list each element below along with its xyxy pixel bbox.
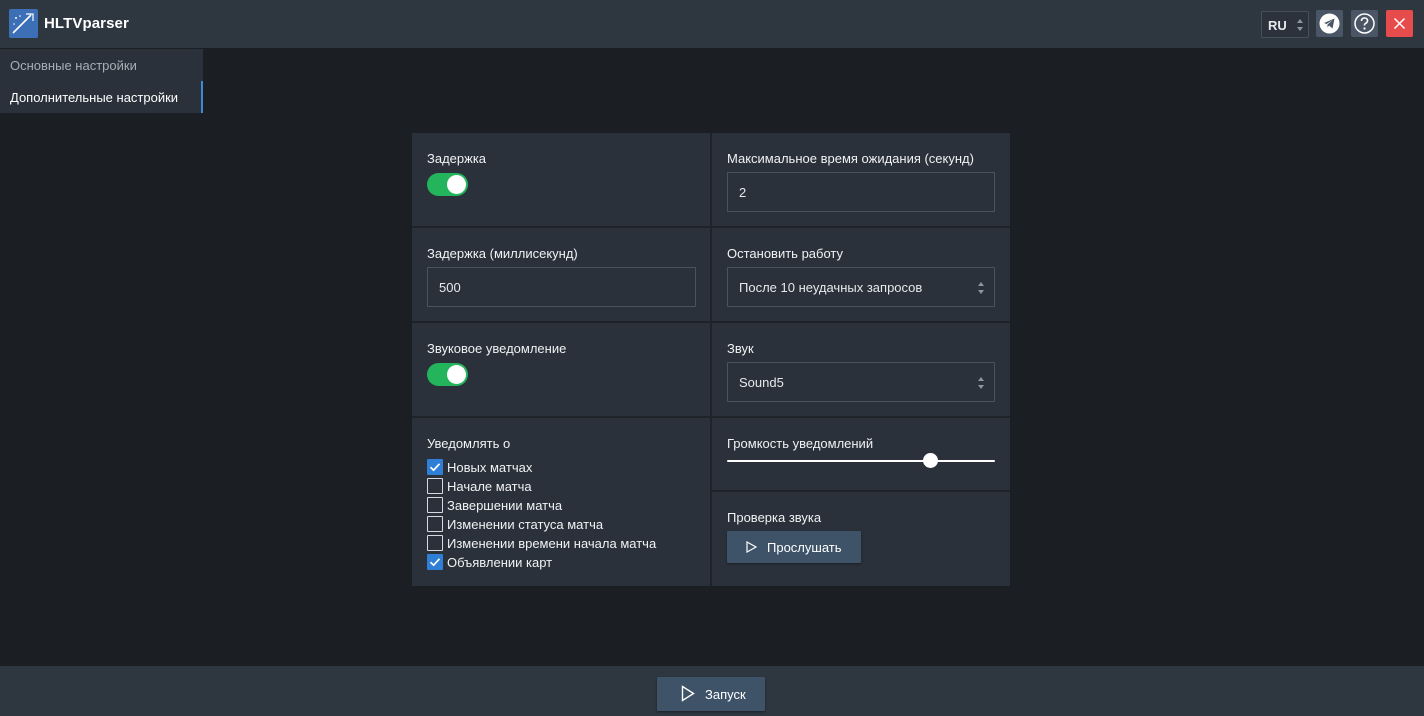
telegram-button[interactable] (1316, 10, 1343, 37)
checkbox-label: Объявлении карт (447, 555, 553, 570)
app-logo-icon (9, 9, 38, 38)
telegram-icon (1319, 13, 1340, 34)
delay-ms-value: 500 (439, 280, 461, 295)
play-icon (681, 685, 695, 702)
delay-toggle[interactable] (427, 173, 468, 196)
app-title: HLTVparser (44, 15, 129, 32)
max-wait-value: 2 (739, 185, 747, 200)
listen-button[interactable]: Прослушать (727, 531, 861, 563)
volume-slider[interactable] (727, 451, 995, 471)
toggle-knob (447, 175, 466, 194)
slider-track (727, 460, 995, 462)
sidebar-item-basic-settings[interactable]: Основные настройки (0, 49, 203, 81)
stop-work-value: После 10 неудачных запросов (739, 280, 923, 295)
listen-button-label: Прослушать (767, 540, 842, 555)
sound-test-label: Проверка звука (727, 510, 822, 525)
toggle-knob (447, 365, 466, 384)
settings-panel: Задержка Максимальное время ожидания (се… (412, 133, 1010, 586)
max-wait-label: Максимальное время ожидания (секунд) (727, 151, 974, 166)
checkbox[interactable] (427, 478, 443, 494)
sound-value: Sound5 (739, 375, 784, 390)
volume-label: Громкость уведомлений (727, 436, 874, 451)
checkbox[interactable] (427, 459, 443, 475)
checkbox-label: Начале матча (447, 479, 532, 494)
delay-ms-label: Задержка (миллисекунд) (427, 246, 578, 261)
sidebar-item-advanced-settings[interactable]: Дополнительные настройки (0, 81, 203, 113)
bottom-bar: Запуск (0, 665, 1424, 716)
sound-select[interactable]: Sound5 (727, 362, 995, 402)
sound-notify-toggle[interactable] (427, 363, 468, 386)
help-icon (1354, 13, 1375, 34)
slider-thumb[interactable] (923, 453, 938, 468)
language-select[interactable]: RU (1261, 11, 1309, 38)
title-bar: HLTVparser RU (0, 0, 1424, 49)
row-divider (412, 321, 1010, 323)
checkbox-label: Изменении статуса матча (447, 517, 604, 532)
sidebar-item-label: Дополнительные настройки (10, 90, 179, 105)
stop-work-label: Остановить работу (727, 246, 844, 261)
run-button[interactable]: Запуск (657, 677, 765, 711)
max-wait-input[interactable]: 2 (727, 172, 995, 212)
checkmark-icon (429, 558, 441, 567)
sidebar-item-label: Основные настройки (10, 58, 137, 73)
language-value: RU (1268, 18, 1287, 33)
checkbox-label: Новых матчах (447, 460, 533, 475)
sound-label: Звук (727, 341, 754, 356)
run-button-label: Запуск (705, 687, 746, 702)
close-icon (1393, 17, 1406, 30)
notify-about-label: Уведомлять о (427, 436, 511, 451)
close-button[interactable] (1386, 10, 1413, 37)
stop-work-select[interactable]: После 10 неудачных запросов (727, 267, 995, 307)
row-divider (412, 226, 1010, 228)
delay-ms-input[interactable]: 500 (427, 267, 696, 307)
checkmark-icon (429, 463, 441, 472)
checkbox-label: Изменении времени начала матча (447, 536, 657, 551)
column-divider (710, 133, 712, 586)
checkbox[interactable] (427, 554, 443, 570)
checkbox[interactable] (427, 535, 443, 551)
play-icon (746, 541, 757, 553)
checkbox[interactable] (427, 516, 443, 532)
select-arrows-icon (1297, 19, 1303, 31)
row-divider (712, 490, 1010, 492)
delay-label: Задержка (427, 151, 487, 166)
select-arrows-icon (978, 282, 984, 294)
checkbox[interactable] (427, 497, 443, 513)
select-arrows-icon (978, 377, 984, 389)
row-divider (412, 416, 1010, 418)
checkbox-label: Завершении матча (447, 498, 563, 513)
sound-notify-label: Звуковое уведомление (427, 341, 567, 356)
help-button[interactable] (1351, 10, 1378, 37)
